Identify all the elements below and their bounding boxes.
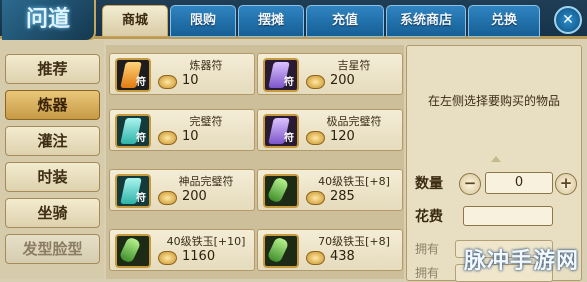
jade-icon [263, 234, 299, 268]
jade-icon [263, 174, 299, 208]
item-card[interactable]: 符 炼器符 10 [109, 53, 255, 95]
tab-stall[interactable]: 摆摊 [238, 5, 304, 37]
coin-icon [158, 75, 177, 89]
game-logo: 问道 [2, 0, 96, 42]
green-talisman-icon: 符 [115, 174, 151, 208]
owned-label-2: 拥有 [415, 266, 440, 280]
sidebar-item-recommend[interactable]: 推荐 [5, 54, 100, 84]
orange-talisman-icon: 符 [115, 58, 151, 92]
coin-icon [306, 191, 325, 205]
owned-label: 拥有 [415, 242, 440, 256]
item-name: 完璧符 [189, 115, 223, 128]
item-price: 1160 [182, 249, 216, 264]
item-name: 极品完璧符 [326, 115, 382, 128]
tab-recharge[interactable]: 充值 [306, 5, 384, 37]
item-price: 10 [182, 73, 199, 88]
category-sidebar: 推荐 炼器 灌注 时装 坐骑 发型脸型 [0, 40, 104, 279]
coin-icon [306, 251, 325, 265]
tab-system-store[interactable]: 系统商店 [386, 5, 466, 37]
coin-icon [158, 251, 177, 265]
close-icon[interactable]: ✕ [554, 6, 582, 34]
purple-talisman-icon: 符 [263, 58, 299, 92]
cost-label: 花费 [415, 209, 443, 225]
item-card[interactable]: 符 完璧符 10 [109, 109, 255, 151]
cost-value-field [463, 206, 553, 226]
purchase-hint: 在左侧选择要购买的物品 [427, 94, 560, 108]
item-price: 10 [182, 129, 199, 144]
shop-window: 问道 商城 限购 摆摊 充值 系统商店 兑换 ✕ 推荐 炼器 灌注 时装 坐骑 … [0, 0, 587, 282]
sidebar-item-infuse[interactable]: 灌注 [5, 126, 100, 156]
item-card[interactable]: 40级铁玉[+10] 1160 [109, 229, 255, 271]
purple-talisman-icon: 符 [263, 114, 299, 148]
coin-icon [306, 75, 325, 89]
tab-exchange[interactable]: 兑换 [468, 5, 540, 37]
item-price: 285 [330, 189, 355, 204]
quantity-plus-button[interactable]: + [555, 173, 577, 195]
item-name: 炼器符 [189, 59, 223, 72]
site-watermark: 脉冲手游网 [463, 249, 579, 274]
item-card[interactable]: 40级铁玉[+8] 285 [257, 169, 403, 211]
sidebar-item-hair-face[interactable]: 发型脸型 [5, 234, 100, 264]
item-card[interactable]: 符 吉星符 200 [257, 53, 403, 95]
item-card[interactable]: 符 极品完璧符 120 [257, 109, 403, 151]
item-price: 200 [182, 189, 207, 204]
item-card[interactable]: 70级铁玉[+8] 438 [257, 229, 403, 271]
quantity-label: 数量 [415, 176, 443, 192]
item-price: 438 [330, 249, 355, 264]
coin-icon [158, 131, 177, 145]
green-talisman-icon: 符 [115, 114, 151, 148]
item-grid: 符 炼器符 10 符 吉星符 200 符 完璧符 10 符 极品完璧符 120 … [106, 45, 404, 279]
coin-icon [158, 191, 177, 205]
quantity-minus-button[interactable]: − [459, 173, 481, 195]
item-name: 40级铁玉[+8] [318, 175, 390, 188]
tab-limited[interactable]: 限购 [170, 5, 236, 37]
coin-icon [306, 131, 325, 145]
sidebar-item-mount[interactable]: 坐骑 [5, 198, 100, 228]
item-price: 200 [330, 73, 355, 88]
item-card[interactable]: 符 神品完璧符 200 [109, 169, 255, 211]
item-name: 吉星符 [337, 59, 371, 72]
quantity-input[interactable]: 0 [485, 172, 553, 194]
tab-mall[interactable]: 商城 [102, 5, 168, 37]
jade-icon [115, 234, 151, 268]
item-name: 70级铁玉[+8] [318, 235, 390, 248]
sidebar-item-refine[interactable]: 炼器 [5, 90, 100, 120]
expand-arrow-icon [491, 156, 501, 162]
item-name: 神品完璧符 [178, 175, 234, 188]
item-name: 40级铁玉[+10] [166, 235, 246, 248]
top-tab-bar: 问道 商城 限购 摆摊 充值 系统商店 兑换 ✕ [0, 0, 587, 42]
item-price: 120 [330, 129, 355, 144]
sidebar-item-fashion[interactable]: 时装 [5, 162, 100, 192]
